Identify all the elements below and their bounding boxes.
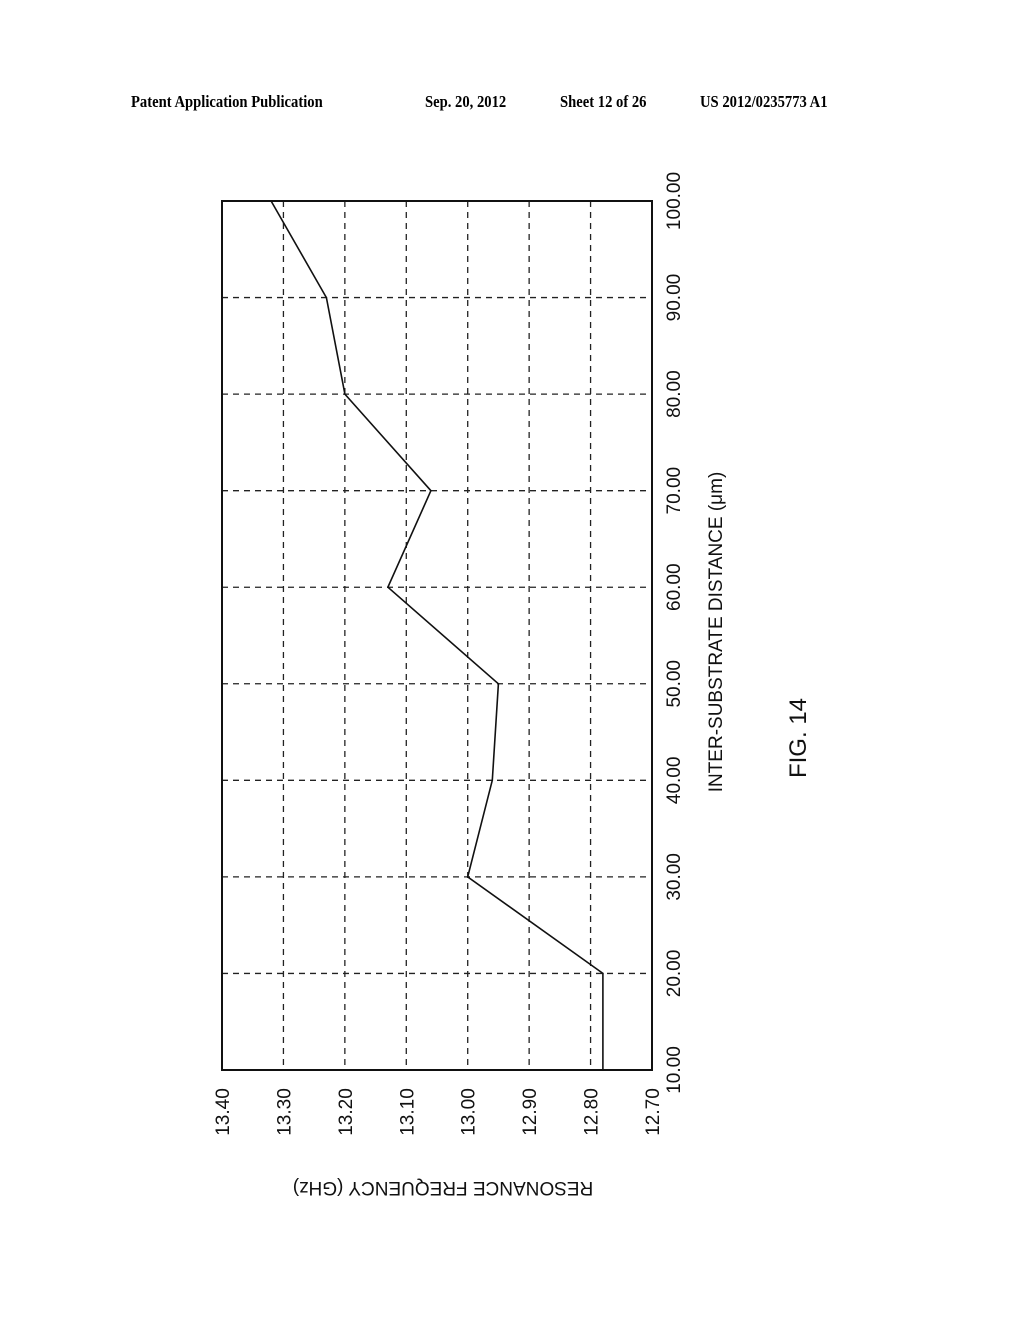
data-point — [344, 393, 346, 395]
distance-tick-label: 10.00 — [664, 1046, 685, 1094]
series-line — [270, 200, 604, 1070]
frequency-tick-label: 13.40 — [213, 1088, 234, 1136]
distance-tick-label: 50.00 — [664, 660, 685, 708]
data-point — [270, 200, 272, 202]
plot-frame — [221, 200, 653, 1071]
frequency-tick-label: 12.90 — [520, 1088, 541, 1136]
figure-label: FIG. 14 — [785, 698, 812, 778]
frequency-tick-labels: 12.70 12.80 12.90 13.00 13.10 13.20 13.30 13.40 — [213, 1088, 664, 1136]
data-point — [466, 876, 469, 878]
frequency-tick-label: 13.10 — [397, 1088, 418, 1136]
data-point — [602, 1069, 604, 1071]
data-point — [497, 682, 500, 685]
distance-tick-label: 100.00 — [664, 172, 685, 230]
data-point — [325, 296, 328, 299]
frequency-tick-label: 13.30 — [274, 1088, 295, 1136]
data-point — [491, 779, 494, 782]
distance-tick-label: 80.00 — [664, 370, 685, 418]
distance-tick-label: 70.00 — [664, 467, 685, 515]
distance-tick-labels: 10.00 20.00 30.00 40.00 50.00 60.00 70.00 80.00… — [664, 172, 685, 1094]
distance-tick-label: 60.00 — [664, 563, 685, 611]
frequency-tick-label: 13.20 — [336, 1088, 357, 1136]
data-point — [430, 489, 432, 492]
distance-axis-label: INTER-SUBSTRATE DISTANCE (μm) — [706, 472, 727, 793]
data-point — [602, 972, 604, 975]
rotated-line-chart: 10.00 20.00 30.00 40.00 50.00 60.00 70.00 80.00… — [213, 172, 812, 1198]
frequency-tick-label: 12.70 — [643, 1088, 664, 1136]
grid — [222, 201, 652, 1070]
frequency-axis-label: RESONANCE FREQUENCY (GHz) — [293, 1177, 594, 1198]
distance-tick-label: 40.00 — [664, 757, 685, 805]
distance-tick-label: 20.00 — [664, 950, 685, 998]
series-group — [270, 200, 604, 1071]
distance-tick-label: 90.00 — [664, 274, 685, 322]
data-point — [387, 586, 389, 589]
frequency-tick-label: 12.80 — [582, 1088, 603, 1136]
distance-tick-label: 30.00 — [664, 853, 685, 901]
frequency-tick-label: 13.00 — [459, 1088, 480, 1136]
